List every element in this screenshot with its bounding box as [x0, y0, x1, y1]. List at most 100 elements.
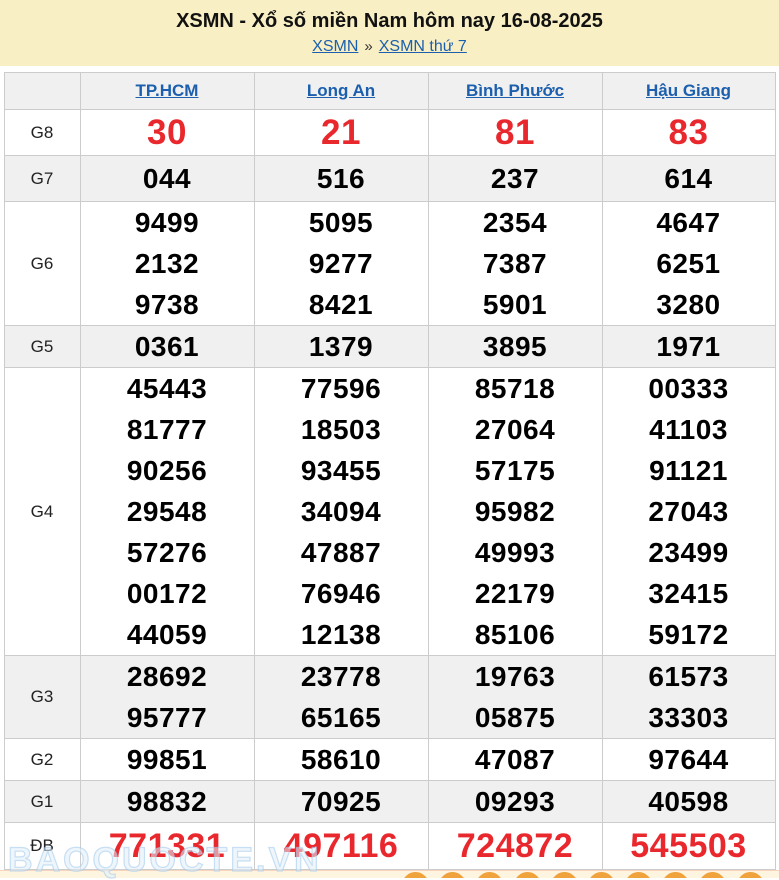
- prize-cell: 40598: [602, 781, 775, 823]
- prize-number: 58610: [255, 739, 428, 780]
- prize-number: 47887: [255, 532, 428, 573]
- prize-number: 65165: [255, 697, 428, 738]
- prize-cell: 28692 95777: [80, 656, 254, 739]
- prize-cell: 77596 18503 93455 34094 47887 76946 1213…: [254, 368, 428, 656]
- prize-number: 45443: [81, 368, 254, 409]
- prize-number: 1971: [603, 326, 775, 367]
- prize-number: 81777: [81, 409, 254, 450]
- lotto-ball-icon: [514, 872, 541, 878]
- prize-number: 47087: [429, 739, 602, 780]
- prize-number: 614: [603, 158, 775, 199]
- results-table: TP.HCM Long An Bình Phước Hậu Giang G8 3…: [4, 72, 776, 870]
- prize-cell: 70925: [254, 781, 428, 823]
- prize-number: 81: [429, 110, 602, 155]
- prize-cell: 044: [80, 156, 254, 202]
- column-header-longan: Long An: [254, 73, 428, 110]
- lotto-ball-icon: [662, 872, 689, 878]
- breadcrumb-link-xsmn[interactable]: XSMN: [312, 38, 358, 55]
- prize-cell: 3895: [428, 326, 602, 368]
- column-header-tphcm: TP.HCM: [80, 73, 254, 110]
- prize-label: G4: [4, 368, 80, 656]
- prize-number: 76946: [255, 573, 428, 614]
- prize-cell: 97644: [602, 739, 775, 781]
- column-link-longan[interactable]: Long An: [307, 81, 375, 100]
- prize-number: 85106: [429, 614, 602, 655]
- prize-number: 93455: [255, 450, 428, 491]
- prize-number: 27064: [429, 409, 602, 450]
- prize-number: 98832: [81, 781, 254, 822]
- lotto-ball-icon: [699, 872, 726, 878]
- prize-cell: 9499 2132 9738: [80, 202, 254, 326]
- prize-cell: 2354 7387 5901: [428, 202, 602, 326]
- prize-number: 5901: [429, 284, 602, 325]
- prize-label: G8: [4, 110, 80, 156]
- table-row-g6: G6 9499 2132 9738 5095 9277 8421 2354 73…: [4, 202, 775, 326]
- prize-cell: 1379: [254, 326, 428, 368]
- prize-number: 497116: [255, 823, 428, 869]
- prize-number: 44059: [81, 614, 254, 655]
- prize-number: 0361: [81, 326, 254, 367]
- prize-cell: 99851: [80, 739, 254, 781]
- prize-cell: 237: [428, 156, 602, 202]
- prize-cell: 47087: [428, 739, 602, 781]
- prize-cell: 09293: [428, 781, 602, 823]
- prize-number: 516: [255, 158, 428, 199]
- prize-number: 5095: [255, 202, 428, 243]
- prize-number: 9738: [81, 284, 254, 325]
- lotto-ball-icon: [439, 872, 466, 878]
- prize-number: 2132: [81, 243, 254, 284]
- prize-label: G7: [4, 156, 80, 202]
- prize-number: 33303: [603, 697, 775, 738]
- prize-number: 59172: [603, 614, 775, 655]
- prize-label: ĐB: [4, 823, 80, 870]
- column-link-haugiang[interactable]: Hậu Giang: [646, 81, 731, 100]
- prize-number: 95982: [429, 491, 602, 532]
- column-header-binhphuoc: Bình Phước: [428, 73, 602, 110]
- prize-cell: 614: [602, 156, 775, 202]
- prize-number: 044: [81, 158, 254, 199]
- prize-number: 85718: [429, 368, 602, 409]
- table-row-g4: G4 45443 81777 90256 29548 57276 00172 4…: [4, 368, 775, 656]
- prize-number: 12138: [255, 614, 428, 655]
- prize-number: 00172: [81, 573, 254, 614]
- prize-cell: 4647 6251 3280: [602, 202, 775, 326]
- prize-cell: 61573 33303: [602, 656, 775, 739]
- prize-cell: 545503: [602, 823, 775, 870]
- prize-number: 22179: [429, 573, 602, 614]
- prize-number: 237: [429, 158, 602, 199]
- prize-cell: 83: [602, 110, 775, 156]
- prize-number: 9277: [255, 243, 428, 284]
- column-header-haugiang: Hậu Giang: [602, 73, 775, 110]
- prize-number: 1379: [255, 326, 428, 367]
- prize-cell: 724872: [428, 823, 602, 870]
- prize-number: 40598: [603, 781, 775, 822]
- prize-number: 18503: [255, 409, 428, 450]
- prize-number: 09293: [429, 781, 602, 822]
- breadcrumb-separator: »: [364, 38, 372, 55]
- prize-cell: 85718 27064 57175 95982 49993 22179 8510…: [428, 368, 602, 656]
- column-link-tphcm[interactable]: TP.HCM: [136, 81, 199, 100]
- prize-number: 23778: [255, 656, 428, 697]
- prize-number: 83: [603, 110, 775, 155]
- prize-cell: 516: [254, 156, 428, 202]
- prize-number: 771331: [81, 823, 254, 869]
- prize-number: 57175: [429, 450, 602, 491]
- prize-cell: 497116: [254, 823, 428, 870]
- prize-number: 05875: [429, 697, 602, 738]
- column-link-binhphuoc[interactable]: Bình Phước: [466, 81, 564, 100]
- prize-number: 77596: [255, 368, 428, 409]
- prize-number: 32415: [603, 573, 775, 614]
- prize-label: G5: [4, 326, 80, 368]
- prize-number: 7387: [429, 243, 602, 284]
- prize-number: 49993: [429, 532, 602, 573]
- table-header-row: TP.HCM Long An Bình Phước Hậu Giang: [4, 73, 775, 110]
- prize-number: 95777: [81, 697, 254, 738]
- table-row-g7: G7 044 516 237 614: [4, 156, 775, 202]
- prize-cell: 45443 81777 90256 29548 57276 00172 4405…: [80, 368, 254, 656]
- lotto-ball-icon: [737, 872, 764, 878]
- prize-number: 70925: [255, 781, 428, 822]
- prize-number: 4647: [603, 202, 775, 243]
- breadcrumb-link-xsmn-thu7[interactable]: XSMN thứ 7: [379, 38, 467, 55]
- prize-number: 23499: [603, 532, 775, 573]
- prize-cell: 771331: [80, 823, 254, 870]
